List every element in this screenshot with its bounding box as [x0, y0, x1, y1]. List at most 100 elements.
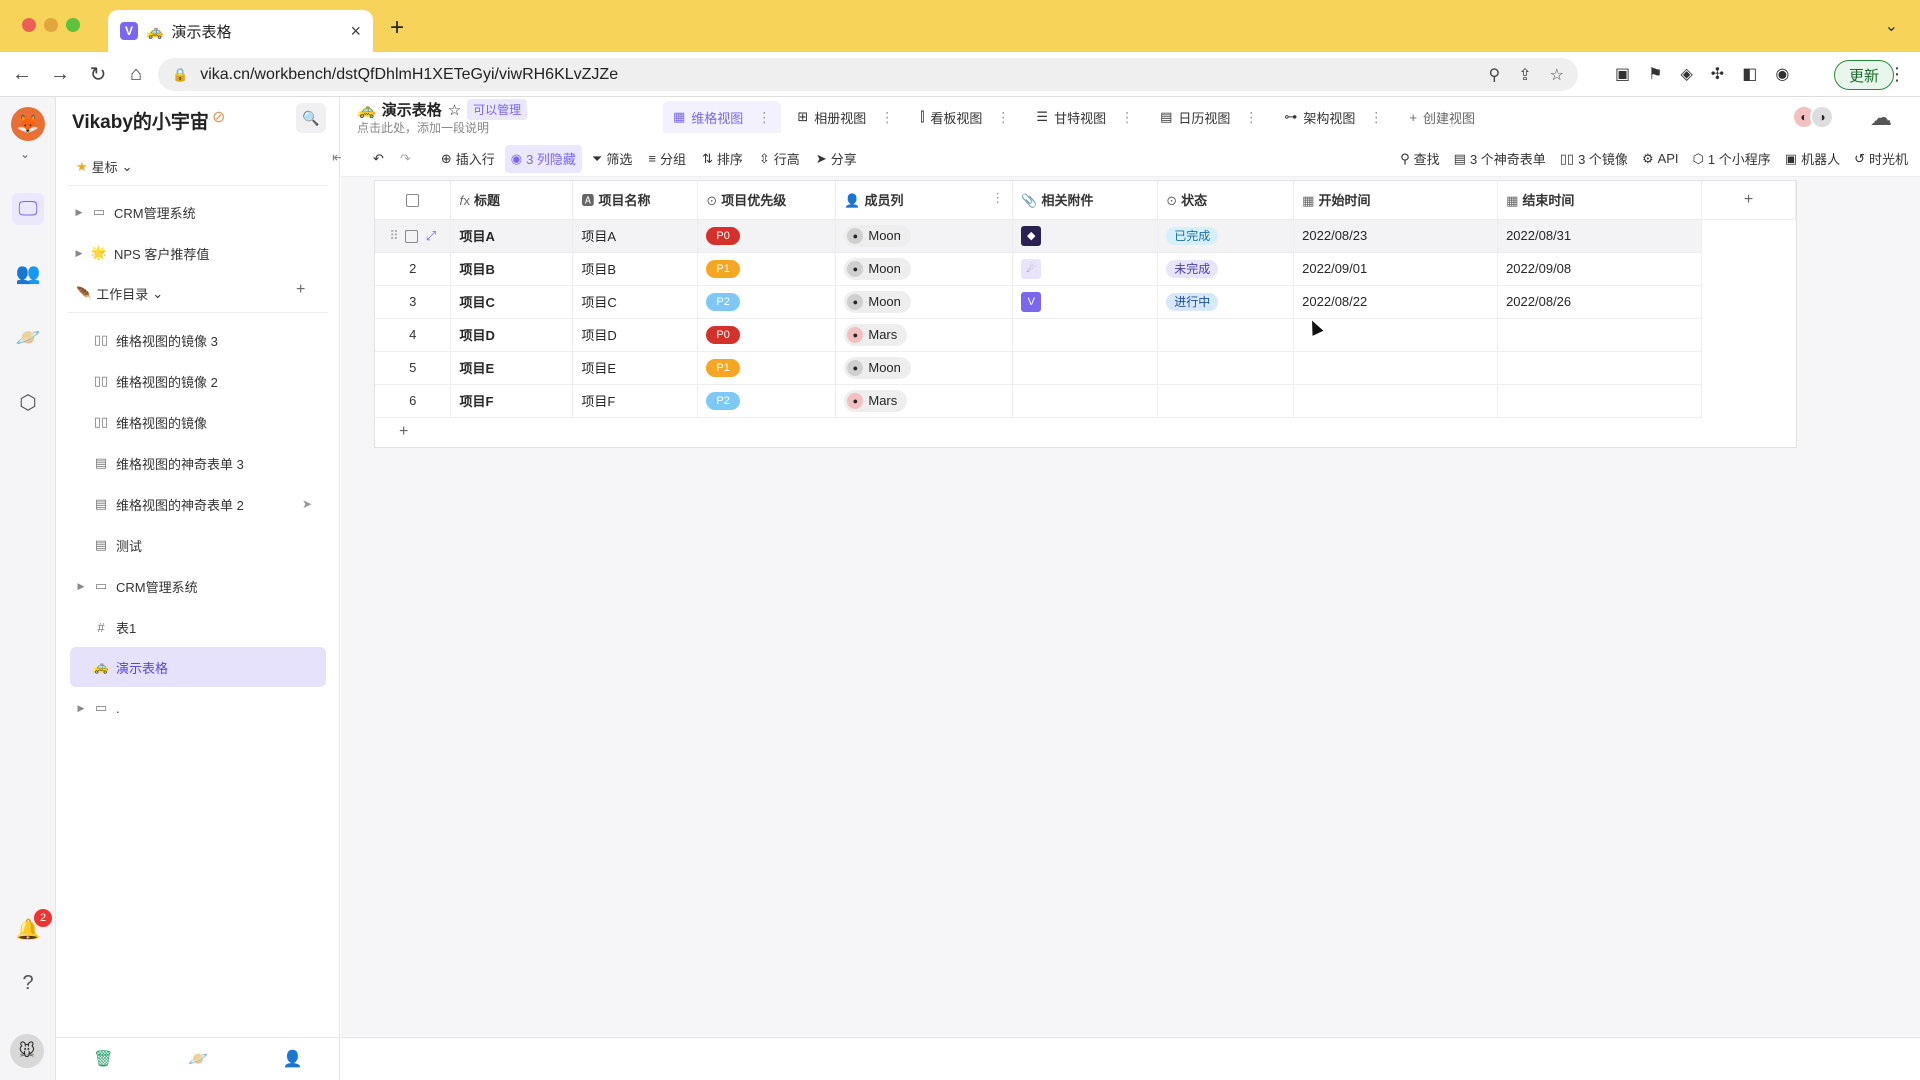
cell-status[interactable] — [1157, 384, 1295, 418]
sidebar-item-mirror-2[interactable]: ▯▯ 维格视图的镜像 2 — [90, 361, 326, 401]
back-button[interactable]: ← — [6, 63, 38, 86]
column-header-title[interactable]: 𝑓x 标题 — [450, 181, 574, 220]
sidebar-item-starred-nps[interactable]: ▶ 🌟 NPS 客户推荐值 — [70, 233, 326, 273]
maximize-window-button[interactable] — [66, 18, 80, 32]
cell-title[interactable]: 项目F — [450, 384, 574, 418]
cell-end-date[interactable] — [1497, 384, 1702, 418]
sidebar-item-dot-folder[interactable]: ▶ ▭ . — [72, 688, 326, 728]
column-header-start[interactable]: ▦ 开始时间 — [1293, 181, 1499, 220]
cell-status[interactable] — [1157, 351, 1295, 385]
expand-record-icon[interactable]: ⤢ — [426, 228, 436, 243]
cell-title[interactable]: 项目C — [450, 285, 574, 319]
tab-gallery-view[interactable]: ⊞ 相册视图 ⋮ — [787, 101, 904, 133]
select-all-header[interactable] — [375, 181, 452, 220]
invite-member-icon[interactable]: 👤 — [245, 1049, 340, 1069]
cell-priority[interactable]: P0 — [697, 219, 837, 253]
hidden-fields-button[interactable]: ◉ 3 列隐藏 — [504, 144, 582, 173]
user-avatar[interactable]: 🐭 — [10, 1034, 44, 1068]
api-button[interactable]: ⚙ API — [1636, 145, 1685, 173]
more-icon[interactable]: ⋮ — [880, 109, 894, 126]
row-index-cell[interactable]: ⠿ ⤢ — [375, 219, 452, 253]
tab-search-button[interactable]: ⌄ — [1885, 16, 1898, 36]
sidebar-item-mirror[interactable]: ▯▯ 维格视图的镜像 — [90, 402, 326, 442]
expand-arrow-icon[interactable]: ▶ — [70, 248, 88, 259]
extension-blue-icon[interactable]: ◈ — [1680, 64, 1692, 84]
cell-title[interactable]: 项目B — [450, 252, 574, 286]
forms-button[interactable]: ▤ 3 个神奇表单 — [1448, 145, 1552, 173]
cell-name[interactable]: 项目D — [572, 318, 699, 352]
cell-member[interactable]: ● Mars — [835, 384, 1014, 418]
expand-arrow-icon[interactable]: ▶ — [72, 581, 90, 592]
mirrors-button[interactable]: ▯▯ 3 个镜像 — [1554, 145, 1634, 173]
forward-button[interactable]: → — [44, 63, 76, 86]
undo-button[interactable]: ↶ — [367, 145, 390, 173]
cell-attachment[interactable]: ◆ — [1012, 219, 1159, 253]
cell-title[interactable]: 项目E — [450, 351, 574, 385]
cell-member[interactable]: ● Moon — [835, 351, 1014, 385]
cell-start-date[interactable]: 2022/08/23 — [1293, 219, 1499, 253]
browser-menu-icon[interactable]: ⋮ — [1888, 64, 1906, 85]
group-button[interactable]: ≡ 分组 — [642, 145, 692, 173]
extensions-puzzle-icon[interactable]: ✣ — [1711, 64, 1724, 84]
redo-button[interactable]: ↷ — [394, 145, 417, 173]
update-button[interactable]: 更新 — [1834, 60, 1895, 90]
cell-attachment[interactable] — [1012, 351, 1159, 385]
row-index-cell[interactable]: 5 — [375, 351, 452, 385]
cell-member[interactable]: ● Mars — [835, 318, 1014, 352]
cell-member[interactable]: ● Moon — [835, 252, 1014, 286]
cell-member[interactable]: ● Moon — [835, 285, 1014, 319]
search-icon[interactable]: 🔍 — [296, 103, 326, 133]
more-icon[interactable]: ⋮ — [1244, 109, 1258, 126]
cell-status[interactable]: 已完成 — [1157, 219, 1295, 253]
timemachine-button[interactable]: ↺ 时光机 — [1848, 145, 1914, 173]
tab-grid-view[interactable]: ▦ 维格视图 ⋮ — [663, 101, 782, 133]
column-header-priority[interactable]: ⊙ 项目优先级 — [697, 181, 837, 220]
more-icon[interactable]: ⋮ — [757, 109, 771, 126]
cell-start-date[interactable] — [1293, 384, 1499, 418]
column-header-name[interactable]: 🅰 项目名称 — [572, 181, 699, 220]
sidebar-item-test[interactable]: ▤ 测试 — [90, 525, 326, 565]
column-header-status[interactable]: ⊙ 状态 — [1157, 181, 1295, 220]
templates-icon[interactable]: 🪐 — [12, 321, 44, 353]
table-row[interactable]: 3 项目C 项目C P2 ● Moon V 进行中 2022/08/22 2022/08/26 — [375, 285, 1796, 319]
filter-button[interactable]: ⏷ 筛选 — [586, 145, 638, 173]
sidebar-item-crm[interactable]: ▶ ▭ CRM管理系统 — [72, 566, 326, 606]
minimize-window-button[interactable] — [44, 18, 58, 32]
cell-priority[interactable]: P2 — [697, 384, 837, 418]
table-row[interactable]: ⠿ ⤢ 项目A 项目A P0 ● Moon ◆ 已完成 2022/08/23 2022/08/31 — [375, 219, 1796, 253]
cell-name[interactable]: 项目B — [572, 252, 699, 286]
drag-handle-icon[interactable]: ⠿ — [389, 228, 399, 243]
favorite-star-icon[interactable]: ☆ — [448, 101, 461, 119]
widgets-button[interactable]: ⬡ 1 个小程序 — [1687, 145, 1777, 173]
cell-start-date[interactable]: 2022/08/22 — [1293, 285, 1499, 319]
close-window-button[interactable] — [22, 18, 36, 32]
profile-avatar-icon[interactable]: ◉ — [1775, 64, 1789, 84]
members-icon[interactable]: 👥 — [12, 257, 44, 289]
attachment-thumbnail-icon[interactable]: ◆ — [1021, 225, 1042, 246]
cell-end-date[interactable]: 2022/09/08 — [1497, 252, 1702, 286]
add-row-button[interactable]: + — [399, 423, 408, 441]
share-button[interactable]: ➤ 分享 — [810, 145, 863, 173]
cell-title[interactable]: 项目A — [450, 219, 574, 253]
tab-gantt-view[interactable]: ☰ 甘特视图 ⋮ — [1026, 101, 1144, 133]
row-height-button[interactable]: ⇳ 行高 — [753, 145, 806, 173]
cell-name[interactable]: 项目A — [572, 219, 699, 253]
cell-attachment[interactable] — [1012, 318, 1159, 352]
home-button[interactable]: ⌂ — [120, 63, 152, 86]
cell-end-date[interactable] — [1497, 351, 1702, 385]
column-menu-icon[interactable]: ⋮ — [991, 190, 1004, 206]
sidebar-item-mirror-3[interactable]: ▯▯ 维格视图的镜像 3 — [90, 320, 326, 360]
more-icon[interactable]: ⋮ — [1369, 109, 1383, 126]
tab-org-view[interactable]: ⊶ 架构视图 ⋮ — [1274, 101, 1393, 133]
sidebar-item-form-2[interactable]: ▤ 维格视图的神奇表单 2 ➤ — [90, 484, 326, 524]
search-button[interactable]: ⚲ 查找 — [1394, 145, 1446, 173]
cell-name[interactable]: 项目C — [572, 285, 699, 319]
cell-title[interactable]: 项目D — [450, 318, 574, 352]
cell-start-date[interactable]: 2022/09/01 — [1293, 252, 1499, 286]
table-row[interactable]: 2 项目B 项目B P1 ● Moon ☄ 未完成 2022/09/01 2022/09/08 — [375, 252, 1796, 286]
help-icon[interactable]: ? — [12, 967, 44, 999]
collaborators[interactable]: ◐ ◑ — [1792, 105, 1834, 129]
extension-image-icon[interactable]: ▣ — [1615, 64, 1630, 84]
cell-attachment[interactable]: ☄ — [1012, 252, 1159, 286]
cell-priority[interactable]: P1 — [697, 351, 837, 385]
